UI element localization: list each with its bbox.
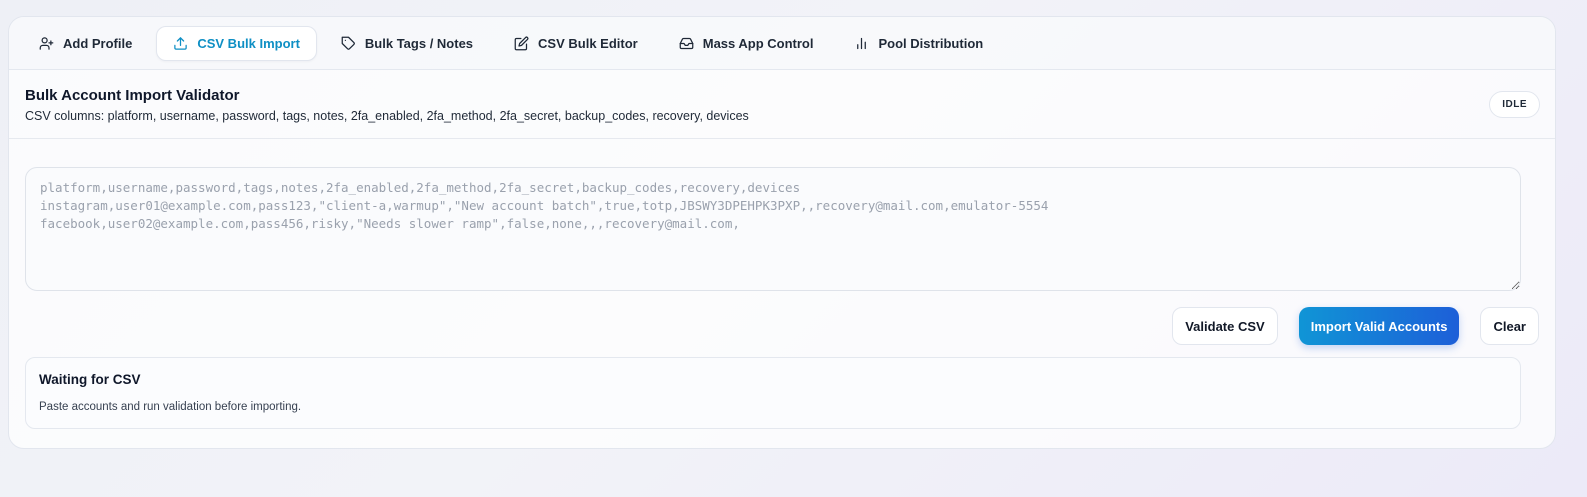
- bulk-import-card: Add Profile CSV Bulk Import Bulk Tags / …: [8, 16, 1556, 449]
- tag-icon: [341, 36, 355, 50]
- validation-status-panel: Waiting for CSV Paste accounts and run v…: [25, 357, 1521, 429]
- validate-csv-button[interactable]: Validate CSV: [1172, 307, 1278, 345]
- tab-label: Pool Distribution: [878, 35, 984, 51]
- bar-chart-icon: [857, 37, 867, 49]
- tab-bar: Add Profile CSV Bulk Import Bulk Tags / …: [9, 17, 1555, 70]
- tab-csv-bulk-editor[interactable]: CSV Bulk Editor: [497, 26, 655, 61]
- tab-pool-distribution[interactable]: Pool Distribution: [837, 26, 1000, 61]
- import-content: Validate CSV Import Valid Accounts Clear…: [9, 139, 1555, 429]
- status-message: Paste accounts and run validation before…: [39, 401, 302, 413]
- upload-icon: [174, 36, 188, 50]
- user-plus-icon: [39, 36, 54, 50]
- edit-icon: [514, 36, 529, 50]
- tab-label: Bulk Tags / Notes: [364, 35, 474, 51]
- tab-label: CSV Bulk Import: [197, 35, 300, 51]
- action-bar: Validate CSV Import Valid Accounts Clear: [25, 307, 1539, 345]
- page-title: Bulk Account Import Validator: [25, 87, 240, 104]
- tab-label: CSV Bulk Editor: [538, 35, 638, 51]
- status-title: Waiting for CSV: [39, 372, 141, 387]
- import-valid-accounts-button[interactable]: Import Valid Accounts: [1298, 307, 1460, 345]
- csv-input[interactable]: [25, 167, 1521, 291]
- inbox-icon: [679, 37, 694, 49]
- status-badge: IDLE: [1489, 91, 1540, 118]
- tab-mass-app-control[interactable]: Mass App Control: [662, 26, 831, 61]
- tab-csv-bulk-import[interactable]: CSV Bulk Import: [156, 25, 317, 61]
- tab-label: Mass App Control: [702, 35, 814, 51]
- tab-label: Add Profile: [63, 35, 133, 51]
- csv-columns-hint: CSV columns: platform, username, passwor…: [25, 109, 749, 123]
- tab-add-profile[interactable]: Add Profile: [22, 26, 149, 61]
- tab-bulk-tags-notes[interactable]: Bulk Tags / Notes: [324, 26, 490, 61]
- clear-button[interactable]: Clear: [1480, 307, 1539, 345]
- panel-header: Bulk Account Import Validator CSV column…: [9, 70, 1555, 139]
